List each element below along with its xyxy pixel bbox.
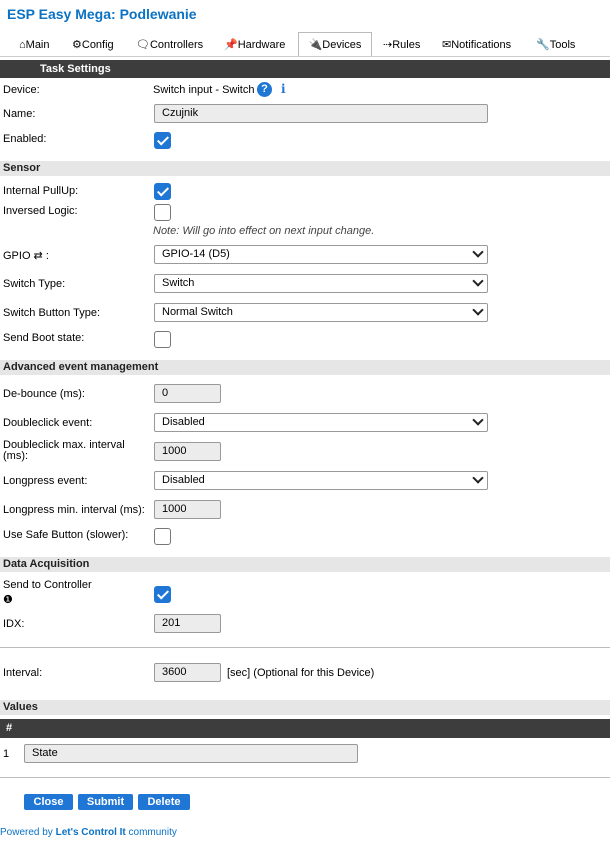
safe-button-label: Use Safe Button (slower):	[3, 529, 129, 541]
tab-notifications[interactable]: ✉Notifications	[442, 33, 511, 56]
boot-state-checkbox[interactable]	[154, 331, 171, 348]
info-icon[interactable]: i	[281, 82, 291, 96]
doubleclick-interval-input[interactable]: 1000	[154, 442, 221, 461]
interval-suffix: [sec] (Optional for this Device)	[227, 667, 375, 679]
tab-rules[interactable]: ⇢Rules	[383, 33, 420, 56]
values-section-header: Values	[0, 700, 610, 715]
tab-tools[interactable]: 🔧Tools	[536, 33, 575, 56]
debounce-label: De-bounce (ms):	[3, 388, 85, 400]
value-name-input[interactable]: State	[24, 744, 358, 763]
boot-state-label: Send Boot state:	[3, 332, 85, 344]
arrow-right-icon: ⇢	[383, 39, 393, 51]
data-acquisition-section-header: Data Acquisition	[0, 557, 610, 572]
device-label: Device:	[3, 84, 40, 96]
gpio-label: GPIO ⇄ :	[3, 250, 49, 262]
wrench-icon: 🔧	[536, 39, 550, 51]
longpress-interval-label: Longpress min. interval (ms):	[3, 504, 145, 516]
switch-type-label: Switch Type:	[3, 278, 66, 290]
app-title: ESP Easy Mega: Podlewanie	[7, 6, 197, 22]
sensor-section-header: Sensor	[0, 161, 610, 176]
plug-icon: 🔌	[308, 39, 323, 51]
tab-hardware[interactable]: 📌Hardware	[224, 33, 285, 56]
device-value: Switch input - Switch	[153, 84, 255, 96]
pullup-checkbox[interactable]	[154, 183, 171, 200]
values-table-header: #	[0, 719, 610, 738]
chevron-down-icon	[472, 246, 484, 258]
debounce-input[interactable]: 0	[154, 384, 221, 403]
tab-main[interactable]: ⌂Main	[19, 33, 50, 56]
tab-controllers[interactable]: 🗨Controllers	[136, 33, 203, 56]
tab-bar: ⌂Main ⚙Config 🗨Controllers 📌Hardware 🔌De…	[0, 32, 610, 57]
home-icon: ⌂	[19, 39, 26, 51]
send-controller-checkbox[interactable]	[154, 586, 171, 603]
close-button[interactable]: Close	[24, 794, 73, 810]
footer-link[interactable]: Let's Control It	[56, 827, 126, 838]
divider	[0, 647, 610, 648]
task-settings-header: Task Settings	[0, 60, 610, 78]
chevron-down-icon	[472, 304, 484, 316]
doubleclick-select[interactable]: Disabled	[154, 413, 488, 432]
delete-button[interactable]: Delete	[138, 794, 190, 810]
button-type-select[interactable]: Normal Switch	[154, 303, 488, 322]
inversed-label: Inversed Logic:	[3, 205, 78, 217]
longpress-label: Longpress event:	[3, 475, 88, 487]
send-controller-label: Send to Controller	[3, 579, 92, 591]
gear-icon: ⚙	[72, 39, 82, 51]
pullup-label: Internal PullUp:	[3, 185, 79, 197]
doubleclick-interval-label: Doubleclick max. interval (ms):	[3, 439, 125, 462]
doubleclick-label: Doubleclick event:	[3, 417, 93, 429]
longpress-select[interactable]: Disabled	[154, 471, 488, 490]
gpio-select[interactable]: GPIO-14 (D5)	[154, 245, 488, 264]
idx-input[interactable]: 201	[154, 614, 221, 633]
button-type-label: Switch Button Type:	[3, 307, 101, 319]
help-icon[interactable]: ?	[257, 82, 272, 97]
value-row-number: 1	[3, 748, 10, 760]
tab-devices[interactable]: 🔌Devices	[298, 32, 372, 57]
interval-input[interactable]: 3600	[154, 663, 221, 682]
chevron-down-icon	[472, 414, 484, 426]
chevron-down-icon	[472, 472, 484, 484]
safe-button-checkbox[interactable]	[154, 528, 171, 545]
tab-config[interactable]: ⚙Config	[72, 33, 114, 56]
divider	[0, 777, 610, 778]
name-label: Name:	[3, 108, 36, 120]
longpress-interval-input[interactable]: 1000	[154, 500, 221, 519]
mail-icon: ✉	[442, 39, 452, 51]
enabled-label: Enabled:	[3, 133, 47, 145]
enabled-checkbox[interactable]	[154, 132, 171, 149]
idx-label: IDX:	[3, 618, 25, 630]
pin-icon: 📌	[224, 39, 238, 51]
chevron-down-icon	[472, 275, 484, 287]
advanced-section-header: Advanced event management	[0, 360, 610, 375]
inversed-checkbox[interactable]	[154, 204, 171, 221]
tab-divider	[0, 56, 610, 57]
interval-label: Interval:	[3, 667, 43, 679]
inversed-note: Note: Will go into effect on next input …	[153, 225, 375, 237]
submit-button[interactable]: Submit	[78, 794, 133, 810]
switch-type-select[interactable]: Switch	[154, 274, 488, 293]
name-input[interactable]: Czujnik	[154, 104, 488, 123]
chat-icon: 🗨	[136, 39, 150, 51]
controller-index-badge: ❶	[3, 594, 13, 606]
footer: Powered by Let's Control It community	[0, 827, 177, 838]
